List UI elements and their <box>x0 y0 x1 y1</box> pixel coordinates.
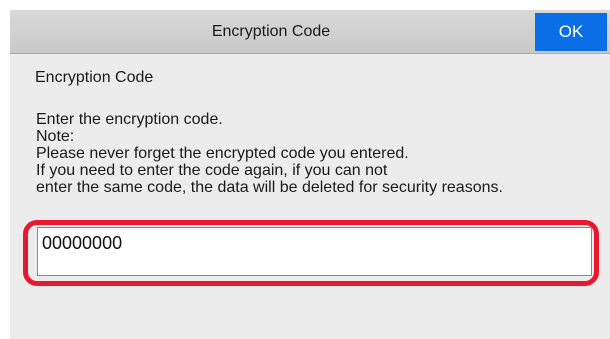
header-bar: Encryption Code OK <box>10 10 610 54</box>
instruction-line: Enter the encryption code. <box>36 111 223 128</box>
instructions-text: Enter the encryption code. Note: Please … <box>36 111 503 196</box>
section-label: Encryption Code <box>35 69 154 86</box>
encryption-code-screen: Encryption Code OK Encryption Code Enter… <box>10 10 610 339</box>
encryption-code-input[interactable]: 00000000 <box>37 227 592 276</box>
instruction-line: Please never forget the encrypted code y… <box>36 145 409 162</box>
page-title: Encryption Code <box>211 23 331 40</box>
instruction-line: enter the same code, the data will be de… <box>36 179 503 196</box>
instruction-line: If you need to enter the code again, if … <box>36 162 388 179</box>
instruction-line: Note: <box>36 128 75 145</box>
ok-button[interactable]: OK <box>535 13 607 51</box>
